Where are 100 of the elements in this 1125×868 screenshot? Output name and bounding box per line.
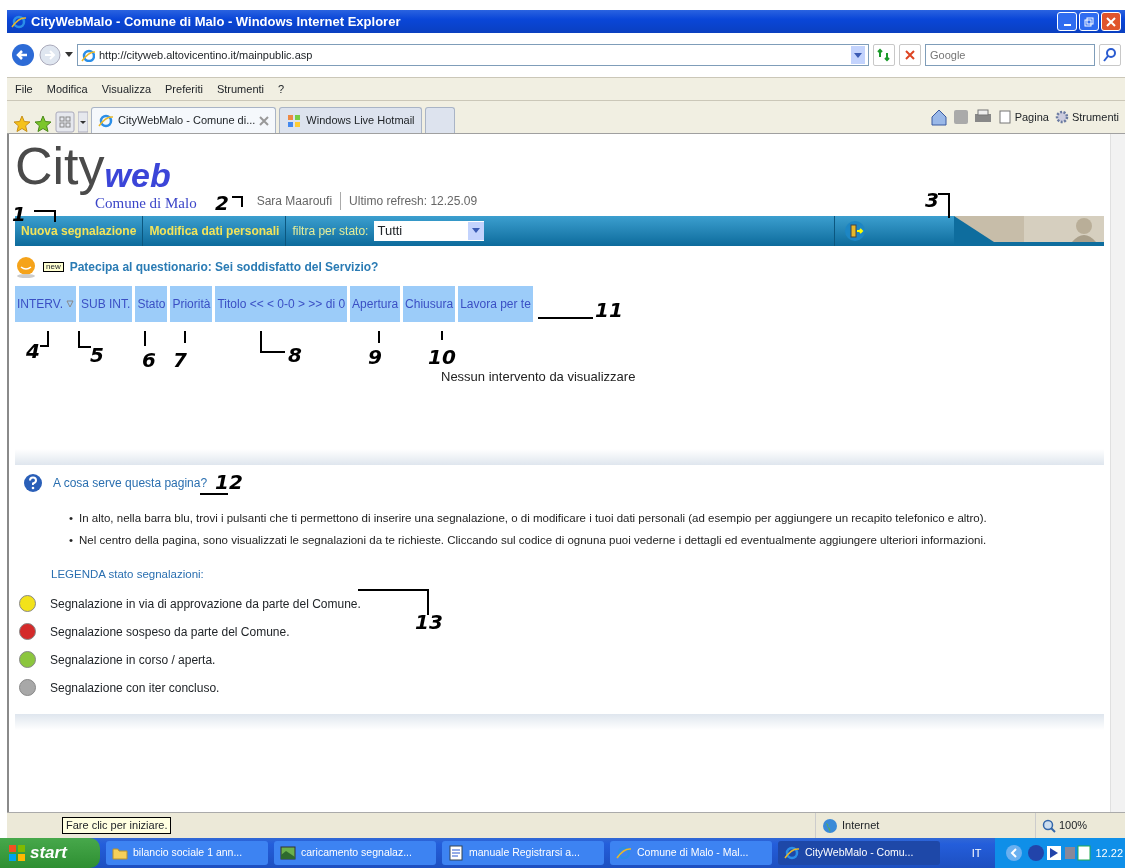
minimize-icon [1063, 24, 1071, 26]
add-favorite-icon[interactable] [34, 115, 52, 133]
search-field[interactable]: Google [925, 44, 1095, 66]
help-title: A cosa serve questa pagina? [53, 474, 208, 492]
status-filter-dropdown[interactable]: Tutti [374, 221, 485, 241]
column-header[interactable]: Lavora per te [458, 286, 533, 322]
image-icon [280, 845, 296, 861]
browser-tab[interactable]: Windows Live Hotmail [279, 107, 422, 133]
leader-line [378, 330, 380, 344]
address-field[interactable]: http://cityweb.altovicentino.it/mainpublic.asp [77, 44, 869, 66]
refresh-time: Ultimo refresh: 12.25.09 [349, 193, 478, 210]
bullet-marker: • [69, 533, 74, 549]
legend-title: LEGENDA stato segnalazioni: [51, 567, 205, 583]
close-icon [1106, 16, 1116, 27]
favorites-star-icon[interactable] [13, 115, 31, 133]
menu-item[interactable]: Visualizza [101, 80, 152, 98]
stop-icon [904, 49, 916, 61]
start-button[interactable]: start [0, 838, 100, 868]
leader-line [260, 330, 286, 353]
tab-list-icon[interactable] [78, 111, 88, 133]
toolbar-button[interactable]: Strumenti [1054, 108, 1119, 126]
browser-icon [11, 13, 27, 30]
column-header[interactable]: Stato [135, 286, 168, 322]
close-button[interactable] [1101, 12, 1121, 31]
taskbar-button[interactable]: manuale Registrarsi a... [442, 841, 604, 865]
page-icon [81, 48, 95, 62]
back-button[interactable] [11, 43, 35, 67]
stop-button[interactable] [899, 44, 921, 66]
annotation-number: 11 [595, 300, 623, 320]
print-icon[interactable] [973, 109, 992, 125]
menu-item[interactable]: Modifica [46, 80, 88, 98]
survey-link[interactable]: Patecipa al questionario: Sei soddisfatto del Servizio? [69, 258, 379, 276]
legend-label: Segnalazione in corso / aperta. [50, 651, 216, 669]
column-header[interactable]: Chiusura [403, 286, 456, 322]
leader-line [39, 330, 49, 347]
leader-line [78, 330, 92, 348]
menu-item[interactable]: Preferiti [165, 80, 203, 98]
menu-item[interactable]: File [15, 80, 33, 98]
windows-logo-icon [8, 844, 26, 862]
restore-button[interactable] [1079, 12, 1099, 31]
language-indicator: IT [971, 845, 982, 861]
nav-link[interactable]: Modifica dati personali [143, 216, 287, 246]
caret-icon[interactable] [65, 52, 73, 58]
tray-icons-drawing[interactable] [1027, 844, 1092, 862]
zoom-icon [1042, 818, 1056, 833]
smiley-icon [15, 256, 37, 278]
empty-message: Nessun intervento da visualizzare [441, 368, 637, 386]
taskbar-button[interactable]: caricamento segnalaz... [274, 841, 436, 865]
annotation-number: 3 [925, 190, 939, 210]
new-badge: new [43, 262, 64, 272]
annotation-number: 7 [173, 350, 187, 370]
taskbar-button[interactable]: Comune di Malo - Mal... [610, 841, 772, 865]
help-icon [23, 472, 43, 493]
column-header[interactable]: Priorità [170, 286, 213, 322]
column-header[interactable]: Apertura [350, 286, 401, 322]
browser-icon [98, 112, 114, 129]
column-header[interactable]: INTERV. [15, 286, 77, 322]
leader-line [184, 330, 186, 344]
annotation-number: 4 [26, 341, 40, 361]
scrollbar[interactable] [1110, 134, 1125, 812]
toolbar-button[interactable]: Pagina [997, 108, 1049, 126]
sort-icon [66, 300, 75, 308]
caret-icon [472, 228, 481, 234]
menu-item[interactable]: Strumenti [216, 80, 264, 98]
refresh-icon [877, 48, 891, 62]
dropdown-button[interactable] [851, 46, 865, 64]
clock: 12.22 [1095, 845, 1123, 861]
text-divider [340, 192, 342, 210]
taskbar-button[interactable]: bilancio sociale 1 ann... [106, 841, 268, 865]
menu-item[interactable]: ? [278, 80, 285, 98]
search-icon [1103, 48, 1117, 62]
refresh-button[interactable] [873, 44, 895, 66]
column-header[interactable]: Titolo << < 0-0 > >> di 0 [215, 286, 348, 322]
filter-label: filtra per stato: [291, 223, 370, 240]
zone-label: Internet [842, 818, 880, 834]
tooltip: Fare clic per iniziare. [62, 817, 172, 835]
annotation-number: 2 [215, 193, 229, 213]
home-icon[interactable] [929, 108, 948, 126]
leader-line [199, 493, 229, 495]
municipality-name: Comune di Malo [95, 194, 197, 213]
browser-tab[interactable]: CityWebMalo - Comune di... [91, 107, 277, 133]
annotation-number: 13 [415, 612, 443, 632]
exit-door-icon[interactable] [845, 221, 865, 241]
column-header[interactable]: SUB INT. [79, 286, 133, 322]
legend-label: Segnalazione sospeso da parte del Comune. [50, 623, 290, 641]
leader-line [441, 330, 443, 341]
document-icon [448, 845, 464, 861]
folder-icon [112, 845, 128, 861]
user-name: Sara Maaroufi [256, 193, 333, 210]
page-icon [997, 110, 1012, 124]
browser-icon [784, 845, 800, 861]
search-button[interactable] [1099, 44, 1121, 66]
minimize-button[interactable] [1057, 12, 1077, 31]
globe-icon [822, 817, 838, 834]
leader-line [231, 196, 243, 208]
annotation-number: 12 [215, 472, 243, 492]
annotation-number: 5 [90, 345, 104, 365]
annotation-number: 10 [428, 347, 456, 367]
taskbar-button[interactable]: CityWebMalo - Comu... [778, 841, 940, 865]
annotation-number: 6 [142, 350, 156, 370]
